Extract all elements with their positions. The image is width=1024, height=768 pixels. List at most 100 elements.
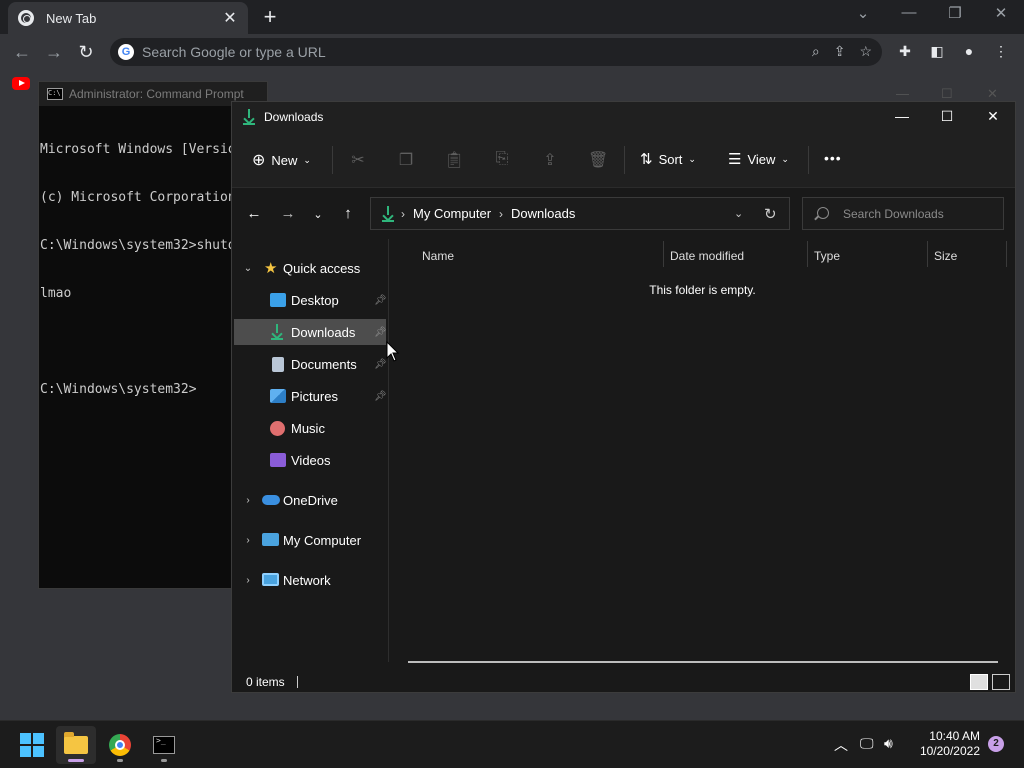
nav-item-downloads[interactable]: Downloads 📌︎ [234,319,387,345]
browser-close-icon[interactable]: ✕ [986,4,1016,22]
horizontal-scrollbar[interactable] [408,661,998,663]
new-button[interactable]: ⊕ New ⌄ [252,150,311,170]
breadcrumb-my-computer[interactable]: My Computer [413,206,491,221]
tab-search-icon[interactable]: ⌄ [848,4,878,22]
file-explorer-window[interactable]: Downloads — ☐ ✕ ⊕ New ⌄ ✂ ❐ 📋︎ ⎘ ⇪ 🗑︎ ⇅ … [231,101,1016,693]
cmd-maximize-icon[interactable]: ☐ [941,86,953,102]
nav-my-computer[interactable]: › My Computer [234,527,386,553]
divider[interactable] [807,241,808,267]
back-icon[interactable]: ← [244,205,264,222]
cmd-close-icon[interactable]: ✕ [987,86,998,102]
videos-icon [270,453,286,467]
copy-icon[interactable]: ❐ [396,150,416,170]
breadcrumb-downloads[interactable]: Downloads [511,206,575,221]
nav-label: Downloads [291,324,356,340]
nav-network[interactable]: › Network [234,567,386,593]
file-list[interactable]: Name Date modified Type Size This folder… [390,239,1015,663]
delete-icon[interactable]: 🗑︎ [588,150,608,170]
nav-item-pictures[interactable]: Pictures 📌︎ [234,383,387,409]
youtube-icon[interactable] [12,77,30,90]
more-options-button[interactable]: ••• [824,150,842,166]
profile-icon[interactable]: ● [960,43,978,59]
paste-icon[interactable]: 📋︎ [444,150,464,170]
mouse-cursor-icon [386,341,400,362]
search-input[interactable]: Search Downloads [802,197,1004,230]
network-status-icon[interactable]: 🖵︎ [860,735,874,752]
share-icon[interactable]: ⇪ [834,43,846,60]
chevron-right-icon[interactable]: › [242,575,254,586]
tiles-view-icon[interactable] [992,674,1010,690]
pin-icon[interactable]: 📌︎ [374,391,387,402]
minimize-icon[interactable]: — [887,108,917,124]
address-bar[interactable]: › My Computer › Downloads [370,197,790,230]
browser-restore-icon[interactable]: ❐ [940,4,970,22]
nav-label: Documents [291,356,357,372]
breadcrumb-chevron-icon[interactable]: › [499,207,503,221]
browser-minimize-icon[interactable]: — [894,4,924,21]
sort-button[interactable]: ⇅ Sort ⌄ [640,150,696,168]
computer-icon [262,533,279,546]
maximize-icon[interactable]: ☐ [932,108,962,125]
refresh-icon[interactable]: ↻ [764,205,777,223]
reload-icon[interactable]: ↻ [76,42,96,63]
cut-icon[interactable]: ✂ [348,150,368,170]
start-button[interactable] [12,726,52,764]
omnibox[interactable]: G Search Google or type a URL ⌕ ⇪ ☆ [110,38,882,66]
nav-item-documents[interactable]: Documents 📌︎ [234,351,387,377]
rename-icon[interactable]: ⎘ [492,150,512,168]
folder-icon [64,732,88,754]
column-header-size[interactable]: Size [934,249,957,263]
extensions-icon[interactable]: ✚ [896,43,914,60]
new-tab-button[interactable]: + [258,4,282,30]
nav-onedrive[interactable]: › OneDrive [234,487,386,513]
forward-icon[interactable]: → [278,205,298,222]
pin-icon[interactable]: 📌︎ [374,295,387,306]
chevron-down-icon[interactable]: ⌄ [242,263,254,274]
share-icon[interactable]: ⇪ [540,150,560,170]
nav-item-music[interactable]: Music [234,415,386,441]
chevron-right-icon[interactable]: › [242,495,254,506]
taskbar-terminal[interactable]: >_ [144,726,184,764]
zoom-icon[interactable]: ⌕ [812,43,820,60]
taskbar-chrome[interactable] [100,726,140,764]
divider[interactable] [927,241,928,267]
divider [624,146,625,174]
column-header-date-modified[interactable]: Date modified [670,249,744,263]
column-header-type[interactable]: Type [814,249,840,263]
volume-icon[interactable]: 🔊︎ [884,735,893,752]
tab-new-tab[interactable]: New Tab ✕ [8,2,248,34]
view-button[interactable]: ☰ View ⌄ [728,150,789,168]
forward-icon[interactable]: → [44,42,64,63]
breadcrumb-chevron-icon[interactable]: › [401,207,405,221]
show-hidden-icons-icon[interactable]: ︿ [834,735,848,755]
up-icon[interactable]: ↑ [338,205,358,222]
notification-badge[interactable]: 2 [988,736,1004,752]
bookmark-star-icon[interactable]: ☆ [859,43,872,60]
clock[interactable]: 10:40 AM 10/20/2022 [912,729,980,759]
status-bar: 0 items [232,670,1015,694]
tab-close-icon[interactable]: ✕ [222,8,238,28]
cmd-icon: C:\ [47,88,63,100]
nav-quick-access[interactable]: ⌄ ★ Quick access [234,255,386,281]
back-icon[interactable]: ← [12,42,32,63]
recent-locations-icon[interactable]: ⌄ [308,208,328,221]
side-panel-icon[interactable]: ◧ [928,43,946,60]
nav-item-desktop[interactable]: Desktop 📌︎ [234,287,387,313]
column-header-name[interactable]: Name [422,249,454,263]
divider[interactable] [1006,241,1007,267]
active-indicator [68,759,84,762]
divider[interactable] [663,241,664,267]
chrome-icon [18,10,34,26]
cmd-minimize-icon[interactable]: — [896,86,909,101]
chrome-icon [109,734,131,756]
address-dropdown-icon[interactable]: ⌄ [734,207,743,220]
details-view-icon[interactable] [970,674,988,690]
taskbar-file-explorer[interactable] [56,726,96,764]
close-icon[interactable]: ✕ [978,108,1008,125]
pin-icon[interactable]: 📌︎ [374,327,387,338]
menu-icon[interactable]: ⋮ [992,43,1010,60]
plus-icon: ⊕ [252,152,266,169]
nav-item-videos[interactable]: Videos [234,447,386,473]
pin-icon[interactable]: 📌︎ [374,359,387,370]
chevron-right-icon[interactable]: › [242,535,254,546]
